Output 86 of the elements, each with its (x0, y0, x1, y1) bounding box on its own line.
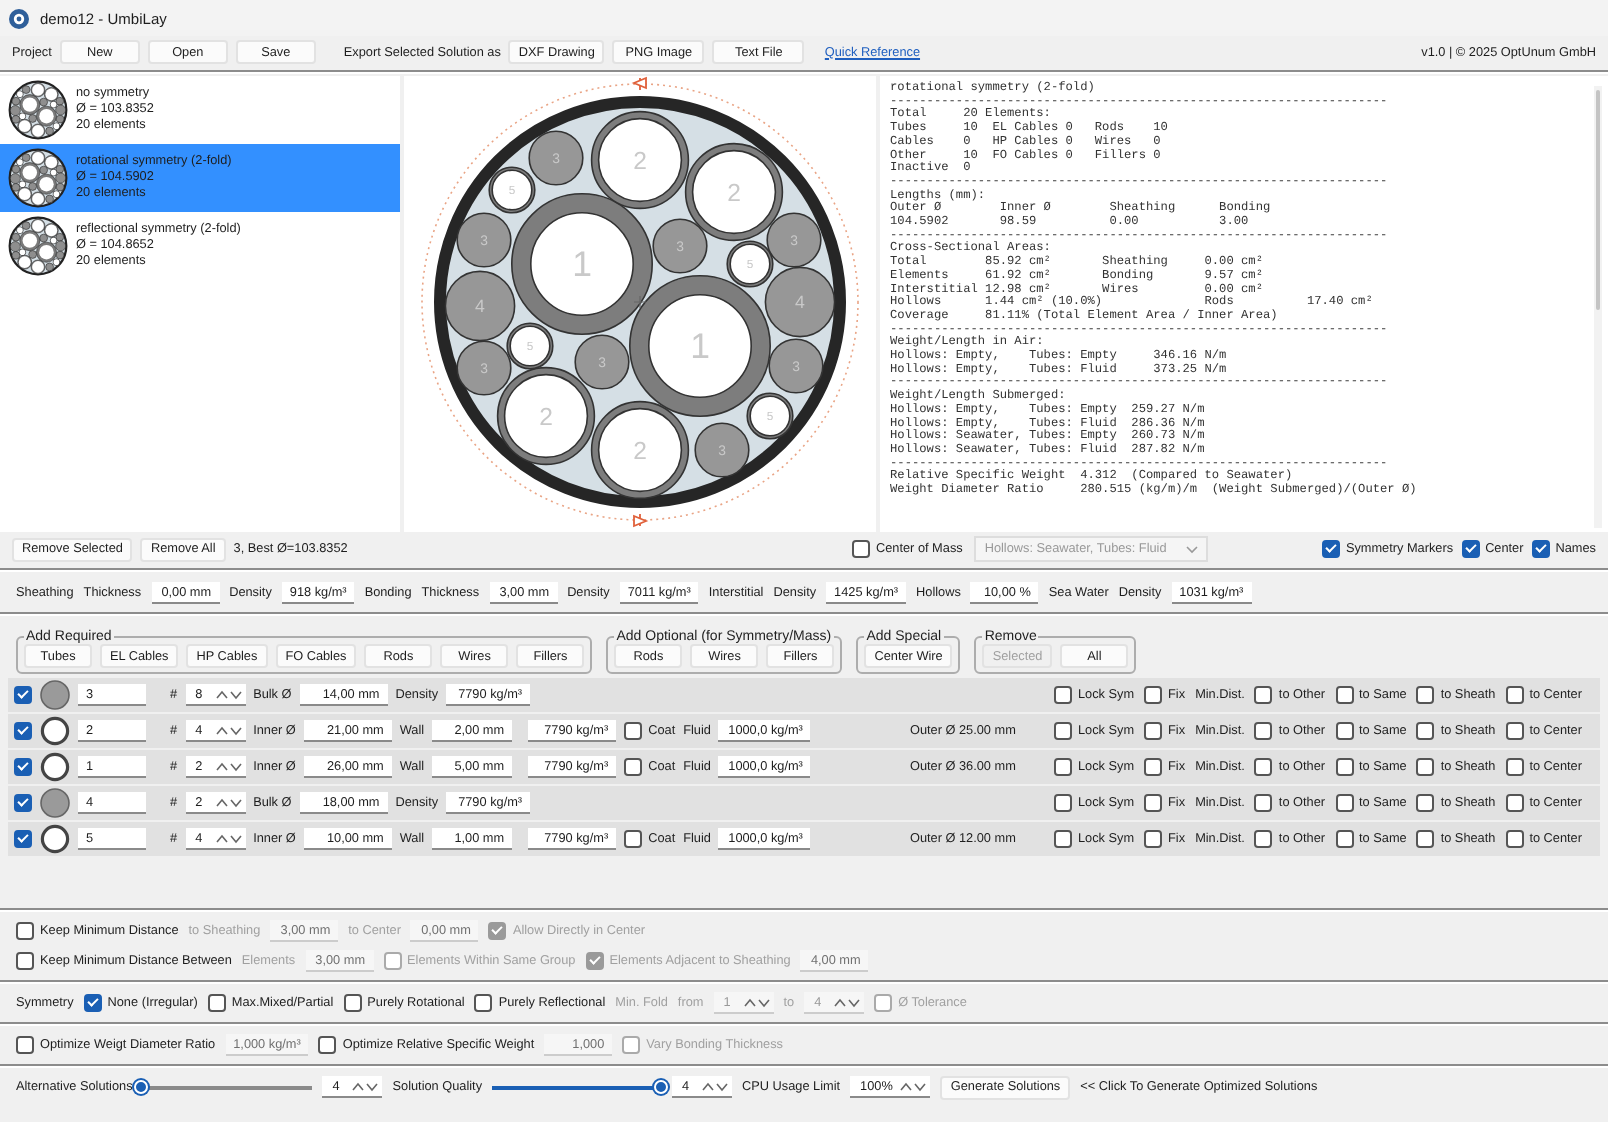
checkbox[interactable] (1053, 794, 1072, 812)
ring-icon (40, 824, 70, 854)
checkbox[interactable] (1505, 722, 1524, 740)
tube-circle (590, 110, 690, 210)
checkbox[interactable] (852, 540, 870, 558)
cross-section-thumbnail (8, 216, 68, 276)
slider-thumb[interactable] (134, 1080, 149, 1094)
checkbox[interactable] (16, 1036, 34, 1054)
checkbox[interactable] (14, 830, 32, 848)
checkbox[interactable] (1335, 686, 1354, 704)
checkbox[interactable] (83, 994, 102, 1012)
rod-circle (652, 218, 708, 274)
rod-circle (694, 422, 750, 478)
checkbox[interactable] (1335, 794, 1354, 812)
checkbox[interactable] (1416, 758, 1435, 776)
checkbox[interactable] (1335, 722, 1354, 740)
checkbox[interactable] (14, 686, 32, 704)
up-down-chevron-icon (215, 797, 242, 807)
ring-icon (40, 752, 70, 782)
up-down-chevron-icon (834, 997, 861, 1007)
up-down-chevron-icon (900, 1081, 927, 1091)
checkbox[interactable] (1144, 722, 1163, 740)
up-down-chevron-icon (215, 761, 242, 771)
up-down-chevron-icon (215, 833, 242, 843)
checkbox[interactable] (1144, 794, 1163, 812)
checkbox[interactable] (1335, 830, 1354, 848)
checkbox[interactable] (1144, 758, 1163, 776)
up-down-chevron-icon (215, 725, 242, 735)
checkbox[interactable] (1254, 794, 1273, 812)
checkbox[interactable] (1416, 722, 1435, 740)
up-down-chevron-icon (702, 1081, 729, 1091)
ring-icon (40, 716, 70, 746)
chevron-down-icon (1186, 545, 1199, 553)
checkbox[interactable] (1254, 722, 1273, 740)
checkbox[interactable] (14, 722, 32, 740)
checkbox[interactable] (1053, 758, 1072, 776)
checkbox[interactable] (1531, 540, 1550, 558)
up-down-chevron-icon (352, 1081, 379, 1091)
checkbox[interactable] (343, 994, 362, 1012)
rod-circle (528, 130, 584, 186)
tube-circle (590, 400, 690, 500)
checkbox[interactable] (1144, 686, 1163, 704)
cross-section-thumbnail (8, 148, 68, 208)
checkbox[interactable] (1144, 830, 1163, 848)
checkbox[interactable] (1505, 758, 1524, 776)
rod-circle (444, 270, 516, 342)
checkbox[interactable] (16, 922, 34, 940)
checkbox[interactable] (207, 994, 226, 1012)
checkbox[interactable] (1416, 686, 1435, 704)
checkbox[interactable] (14, 758, 32, 776)
checkbox[interactable] (1254, 758, 1273, 776)
rod-circle (766, 212, 822, 268)
checkbox[interactable] (624, 722, 643, 740)
checkbox[interactable] (624, 758, 643, 776)
up-down-chevron-icon (215, 689, 242, 699)
checkbox[interactable] (1505, 794, 1524, 812)
checkbox[interactable] (624, 830, 643, 848)
rod-circle (574, 334, 630, 390)
checkbox[interactable] (1505, 686, 1524, 704)
checkbox[interactable] (474, 994, 493, 1012)
checkbox[interactable] (1416, 794, 1435, 812)
checkbox[interactable] (16, 952, 34, 970)
up-down-chevron-icon (743, 997, 770, 1007)
filled-circle-icon (40, 680, 70, 710)
slider-thumb[interactable] (654, 1080, 669, 1094)
checkbox[interactable] (1053, 686, 1072, 704)
rod-circle (456, 340, 512, 396)
checkbox[interactable] (318, 1036, 337, 1054)
checkbox[interactable] (1416, 830, 1435, 848)
checkbox[interactable] (1053, 722, 1072, 740)
rod-circle (456, 212, 512, 268)
checkbox[interactable] (1254, 830, 1273, 848)
filled-circle-icon (40, 788, 70, 818)
checkbox[interactable] (1254, 686, 1273, 704)
checkbox[interactable] (1505, 830, 1524, 848)
scrollbar[interactable] (1594, 86, 1602, 528)
center-mark-icon (633, 295, 647, 309)
checkbox[interactable] (1321, 540, 1340, 558)
checkbox[interactable] (1335, 758, 1354, 776)
slider[interactable] (492, 1078, 663, 1096)
checkbox[interactable] (1461, 540, 1480, 558)
app-icon (8, 7, 30, 29)
rod-circle (764, 266, 836, 338)
rod-circle (768, 338, 824, 394)
checkbox[interactable] (1053, 830, 1072, 848)
checkbox[interactable] (14, 794, 32, 812)
